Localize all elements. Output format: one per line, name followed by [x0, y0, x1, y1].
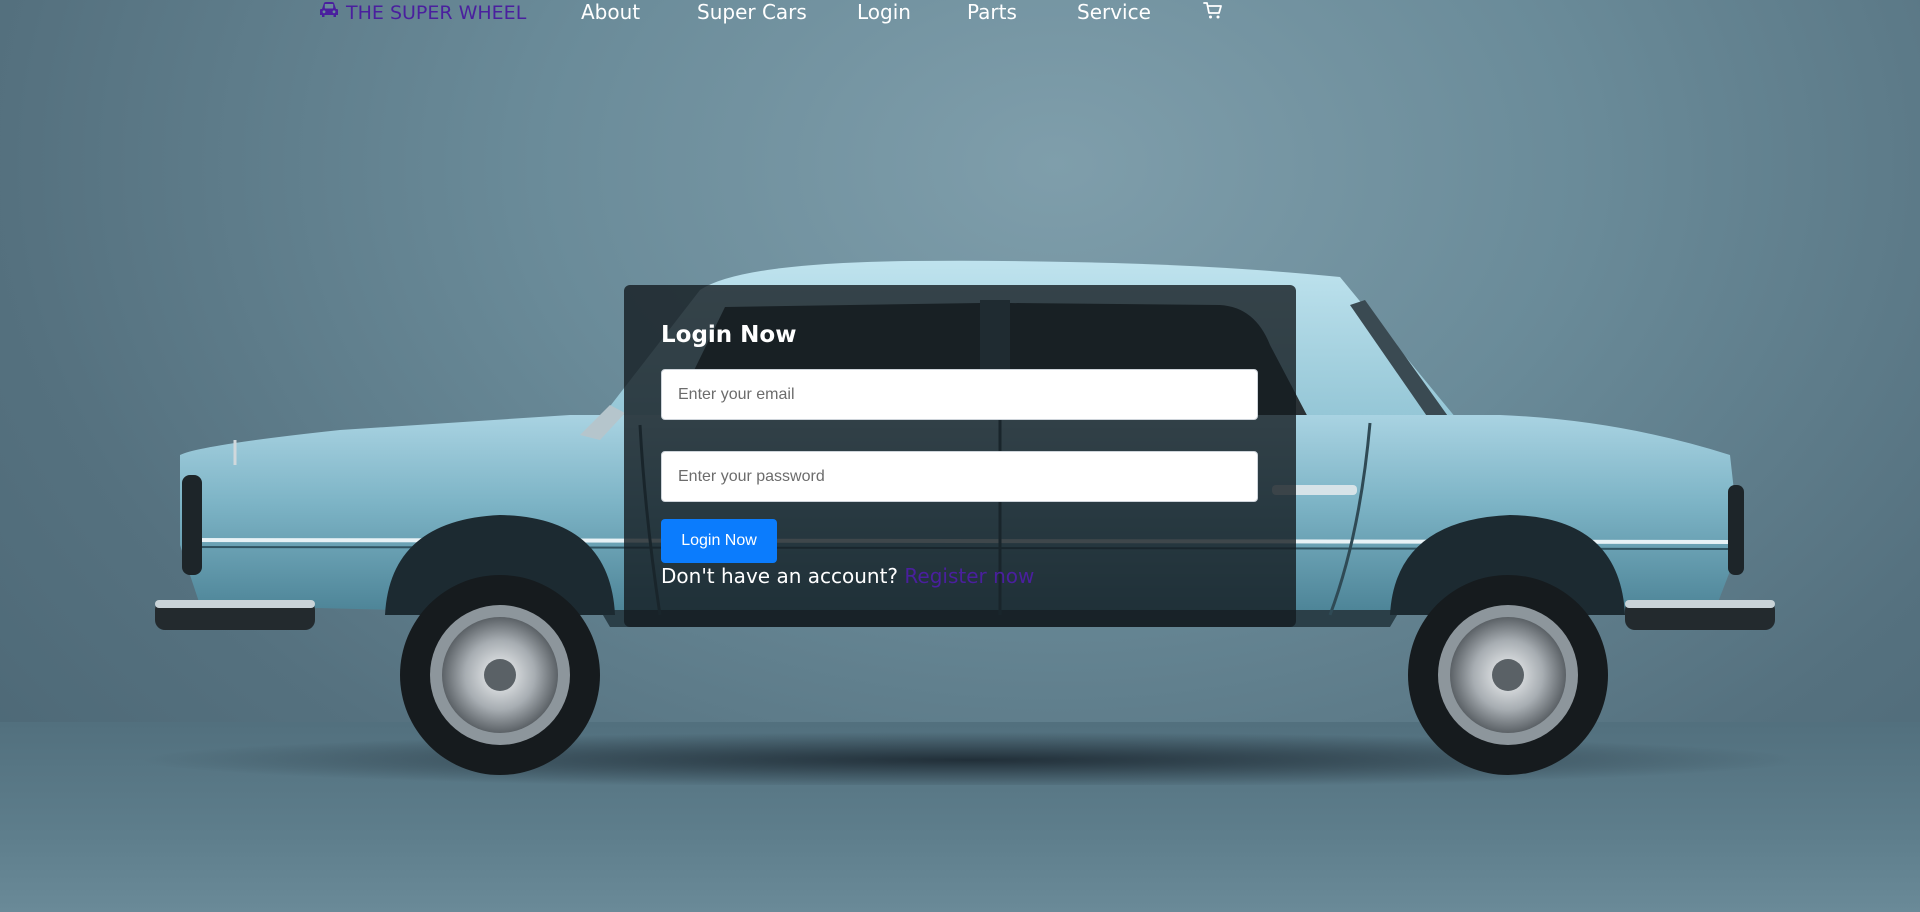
- nav-link-parts[interactable]: Parts: [967, 0, 1017, 24]
- login-button[interactable]: Login Now: [661, 519, 777, 563]
- nav-link-service[interactable]: Service: [1077, 0, 1151, 24]
- password-input[interactable]: [661, 451, 1258, 502]
- top-navbar: THE SUPER WHEEL About Super Cars Login P…: [0, 0, 1920, 28]
- register-prompt-text: Don't have an account?: [661, 564, 899, 588]
- cart-button[interactable]: [1203, 0, 1223, 24]
- register-prompt-line: Don't have an account? Register now: [661, 564, 1034, 588]
- nav-link-login[interactable]: Login: [857, 0, 911, 24]
- nav-link-super-cars[interactable]: Super Cars: [697, 0, 807, 24]
- register-link[interactable]: Register now: [904, 564, 1034, 588]
- email-input[interactable]: [661, 369, 1258, 420]
- login-title: Login Now: [661, 322, 797, 348]
- cart-icon: [1203, 2, 1223, 24]
- car-icon: [319, 1, 339, 24]
- brand-text: THE SUPER WHEEL: [346, 1, 527, 24]
- login-form: Login Now Login Now Don't have an accoun…: [624, 285, 1296, 627]
- nav-link-about[interactable]: About: [581, 0, 640, 24]
- brand-logo-link[interactable]: THE SUPER WHEEL: [319, 1, 526, 24]
